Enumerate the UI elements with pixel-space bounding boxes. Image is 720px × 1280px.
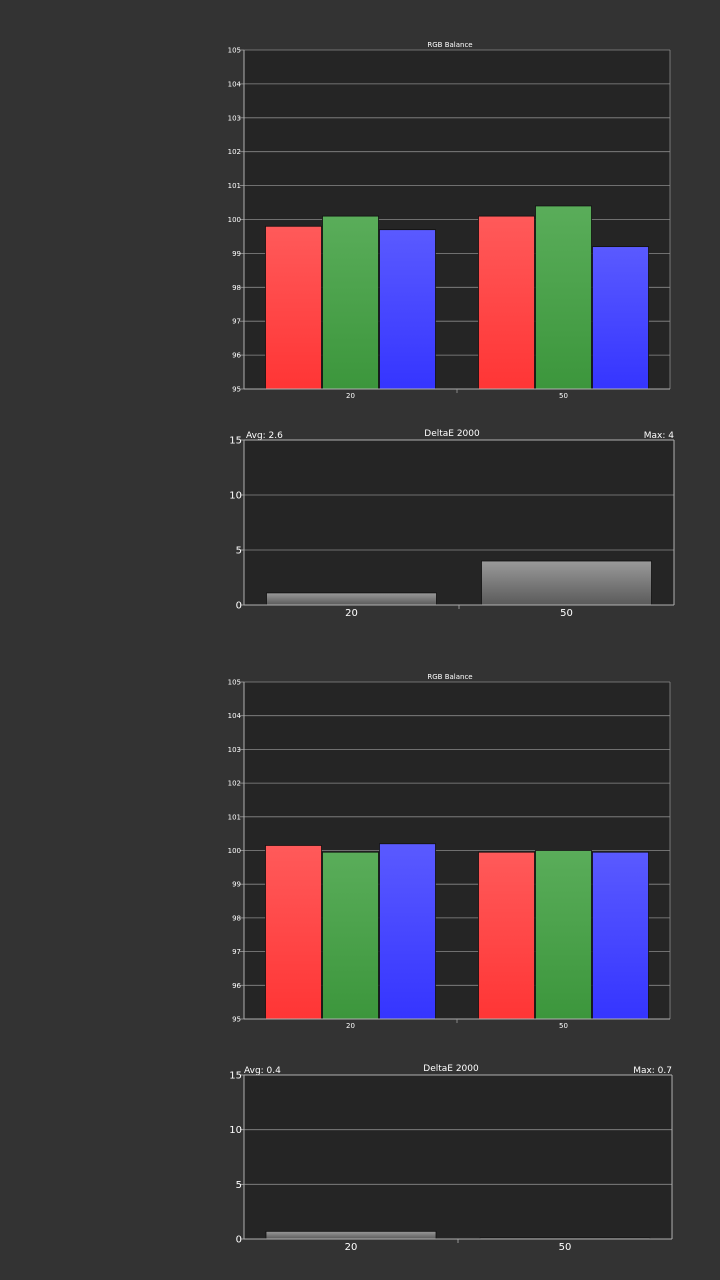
bar-green-20 (322, 851, 379, 1020)
bar-red-20 (265, 225, 322, 390)
chart-title: RGB Balance (427, 41, 472, 49)
y-tick-label: 0 (236, 601, 242, 612)
y-tick-label: 101 (228, 182, 241, 190)
deltae-chart-2: Avg: 0.4 DeltaE 2000 Max: 0.7 051015 20 5… (229, 1064, 673, 1253)
bar-blue-50 (592, 851, 649, 1020)
y-tick-label: 96 (232, 982, 241, 990)
y-tick-label: 97 (232, 948, 241, 956)
y-tick-label: 103 (228, 114, 241, 122)
chart-title: RGB Balance (427, 673, 472, 681)
x-tick-label: 50 (560, 608, 573, 619)
y-tick-label: 104 (228, 80, 242, 88)
x-axis: 20 50 (244, 1238, 672, 1253)
x-tick-label: 20 (346, 1022, 355, 1030)
y-tick-label: 98 (232, 284, 241, 292)
bar-red-50 (478, 215, 535, 390)
y-tick-label: 103 (228, 746, 241, 754)
y-tick-label: 102 (228, 148, 241, 156)
y-tick-label: 105 (228, 679, 241, 687)
bar-deltae-50 (481, 560, 652, 606)
y-tick-label: 99 (232, 250, 241, 258)
y-tick-label: 15 (229, 1071, 242, 1082)
x-tick-label: 20 (346, 392, 355, 400)
y-tick-label: 5 (236, 546, 242, 557)
rgb-balance-chart-2: RGB Balance 95 96 97 98 99 100 101 102 103 104 105… (228, 673, 671, 1030)
bar-red-50 (478, 851, 535, 1020)
x-axis: 20 50 (244, 604, 674, 619)
x-axis: 20 50 (244, 1018, 670, 1030)
y-tick-label: 105 (228, 47, 241, 55)
y-tick-label: 101 (228, 813, 241, 821)
y-tick-label: 100 (228, 216, 241, 224)
x-tick-label: 50 (559, 1022, 568, 1030)
y-tick-label: 97 (232, 318, 241, 326)
x-tick-label: 20 (345, 608, 358, 619)
rgb-balance-chart-1: RGB Balance 95 96 97 98 99 100 101 102 103 104 105… (222, 36, 692, 402)
bar-blue-20 (379, 229, 436, 390)
y-tick-label: 10 (229, 1125, 242, 1136)
x-tick-label: 50 (559, 392, 568, 400)
x-tick-label: 20 (345, 1242, 358, 1253)
chart-title: DeltaE 2000 (423, 1064, 479, 1074)
y-tick-label: 99 (232, 881, 241, 889)
bar-deltae-20 (265, 1230, 437, 1240)
y-tick-label: 0 (236, 1235, 242, 1246)
chart-title: DeltaE 2000 (424, 429, 480, 439)
y-tick-label: 98 (232, 914, 241, 922)
y-tick-label: 15 (229, 436, 242, 447)
bar-green-50 (535, 205, 592, 390)
y-tick-label: 100 (228, 847, 241, 855)
y-tick-label: 96 (232, 352, 241, 360)
bar-green-50 (535, 850, 592, 1020)
bar-red-20 (265, 845, 322, 1020)
bar-blue-20 (379, 843, 436, 1020)
y-tick-label: 10 (229, 491, 242, 502)
y-tick-label: 102 (228, 780, 241, 788)
plot-area (244, 1075, 672, 1239)
y-tick-label: 95 (232, 386, 241, 394)
y-tick-label: 95 (232, 1016, 241, 1024)
bar-green-20 (322, 215, 379, 390)
deltae-chart-1: Avg: 2.6 DeltaE 2000 Max: 4 051015 20 50 (229, 429, 675, 619)
bar-deltae-20 (266, 592, 437, 606)
x-tick-label: 50 (559, 1242, 572, 1253)
y-tick-label: 104 (228, 712, 242, 720)
bar-blue-50 (592, 246, 649, 390)
y-tick-label: 5 (236, 1180, 242, 1191)
